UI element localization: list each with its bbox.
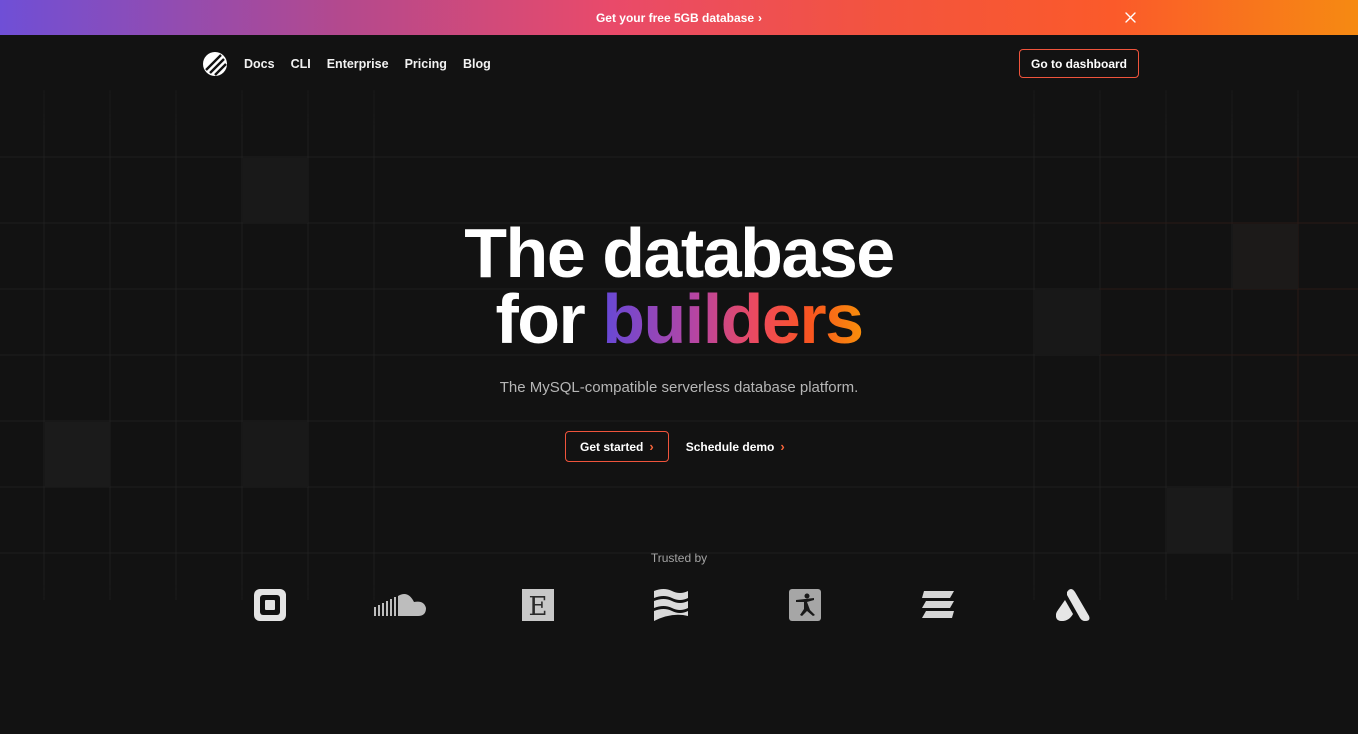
schedule-demo-label: Schedule demo xyxy=(685,439,775,454)
nav-link-blog[interactable]: Blog xyxy=(463,57,491,71)
chevron-right-icon: › xyxy=(758,10,763,25)
etsy-logo-icon: E xyxy=(518,585,558,625)
schedule-demo-button[interactable]: Schedule demo › xyxy=(686,439,785,454)
chevron-right-icon: › xyxy=(649,439,654,454)
page: Get your free 5GB database › Docs CLI En… xyxy=(0,0,1358,734)
close-icon[interactable] xyxy=(1122,9,1139,26)
top-nav: Docs CLI Enterprise Pricing Blog Go to d… xyxy=(202,49,1139,78)
get-started-label: Get started xyxy=(580,439,644,454)
cta-row: Get started › Schedule demo › xyxy=(565,431,785,462)
hero-subtitle: The MySQL-compatible serverless database… xyxy=(499,379,859,396)
nav-left: Docs CLI Enterprise Pricing Blog xyxy=(202,51,507,77)
square-logo-icon xyxy=(250,585,290,625)
trusted-logos: E xyxy=(0,585,1358,625)
wave-logo-icon xyxy=(651,585,691,625)
announcement-banner: Get your free 5GB database › xyxy=(0,0,1358,35)
trusted-by-label: Trusted by xyxy=(650,551,708,565)
get-started-button[interactable]: Get started › xyxy=(565,431,669,462)
triangle-a-logo-icon xyxy=(1052,585,1092,625)
hero-title: The database for builders xyxy=(0,218,1358,354)
stripes-logo-icon xyxy=(918,585,958,625)
hero-title-accent: builders xyxy=(602,280,864,358)
myfitnesspal-logo-icon xyxy=(785,585,825,625)
svg-text:E: E xyxy=(529,592,548,622)
planetscale-logo-icon[interactable] xyxy=(202,51,228,77)
go-to-dashboard-button[interactable]: Go to dashboard xyxy=(1019,49,1139,78)
nav-link-cli[interactable]: CLI xyxy=(291,57,311,71)
soundcloud-logo-icon xyxy=(374,585,432,625)
nav-link-enterprise[interactable]: Enterprise xyxy=(327,57,389,71)
nav-link-docs[interactable]: Docs xyxy=(244,57,275,71)
banner-link[interactable]: Get your free 5GB database › xyxy=(596,11,762,25)
banner-text: Get your free 5GB database xyxy=(595,10,755,25)
chevron-right-icon: › xyxy=(780,439,785,454)
nav-link-pricing[interactable]: Pricing xyxy=(405,57,447,71)
hero-title-line2-plain: for xyxy=(495,280,603,358)
